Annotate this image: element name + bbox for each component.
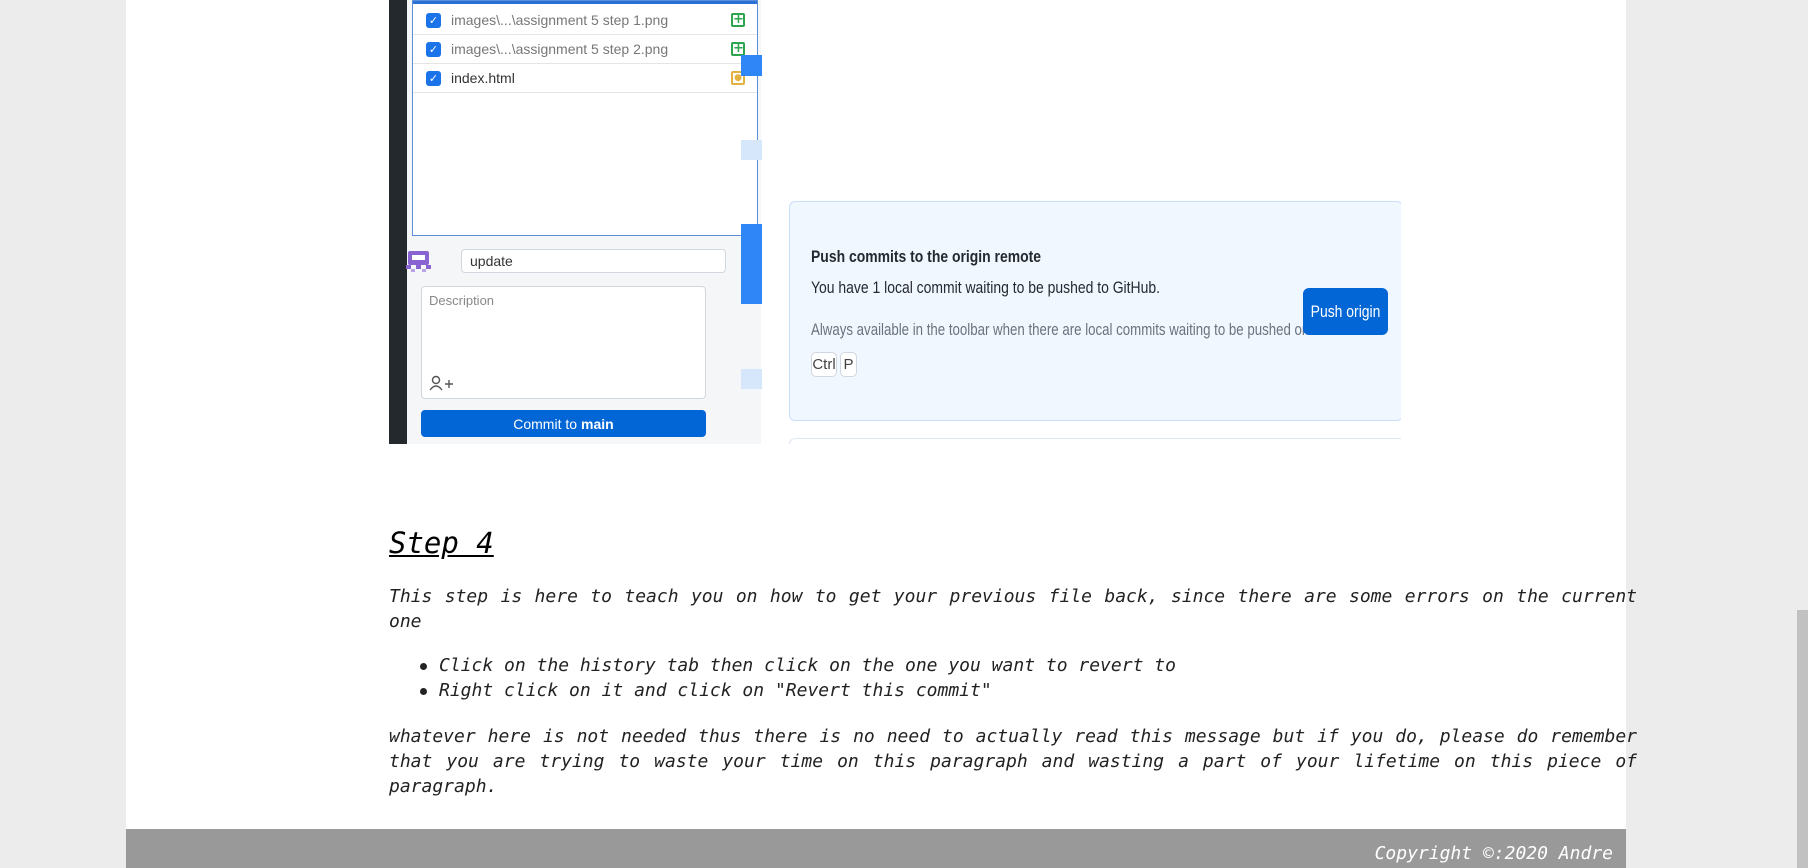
list-item: Click on the history tab then click on t…	[389, 653, 1176, 678]
commit-button[interactable]: Commit to main	[421, 410, 706, 437]
commit-button-label: Commit to	[513, 415, 578, 432]
step-heading: Step 4	[389, 526, 494, 560]
checkbox-icon[interactable]: ✓	[426, 41, 441, 57]
push-card-note: Always available in the toolbar when the…	[811, 320, 1307, 339]
github-desktop-screenshot: ✓ images\...\assignment 5 step 1.png + ✓…	[389, 0, 1401, 444]
checkbox-icon[interactable]: ✓	[426, 12, 441, 28]
cropped-ui-fragment	[741, 140, 762, 160]
commit-branch-name: main	[581, 415, 614, 432]
outro-paragraph: whatever here is not needed thus there i…	[389, 726, 1637, 797]
bullet-icon	[420, 688, 427, 695]
cropped-ui-fragment	[741, 369, 762, 389]
commit-description-field[interactable]: Description	[421, 286, 706, 399]
copyright-text: Copyright ©:2020 Andre	[1374, 843, 1613, 864]
push-card-title: Push commits to the origin remote	[811, 247, 1042, 266]
page-footer: Copyright ©:2020 Andre	[126, 829, 1626, 868]
shortcut-key-ctrl: Ctrl	[811, 352, 837, 377]
user-avatar-icon	[406, 251, 431, 272]
cropped-ui-fragment	[741, 224, 762, 304]
push-card-subtitle: You have 1 local commit waiting to be pu…	[811, 278, 1160, 297]
file-row[interactable]: ✓ images\...\assignment 5 step 1.png +	[413, 6, 757, 35]
list-item-text: Click on the history tab then click on t…	[439, 655, 1176, 676]
shortcut-key-p: P	[840, 352, 857, 377]
file-row[interactable]: ✓ images\...\assignment 5 step 2.png +	[413, 35, 757, 64]
list-item-text: Right click on it and click on "Revert t…	[439, 680, 992, 701]
list-top-border	[413, 1, 757, 4]
changed-files-list: ✓ images\...\assignment 5 step 1.png + ✓…	[412, 0, 758, 236]
cropped-ui-fragment	[741, 55, 762, 76]
file-name: index.html	[451, 70, 515, 86]
push-commits-card: Push commits to the origin remote You ha…	[789, 201, 1401, 421]
instruction-list: Click on the history tab then click on t…	[389, 653, 1176, 703]
intro-paragraph: This step is here to teach you on how to…	[389, 586, 1637, 632]
scrollbar-thumb[interactable]	[1797, 610, 1808, 868]
file-row[interactable]: ✓ index.html ●	[413, 64, 757, 93]
list-item: Right click on it and click on "Revert t…	[389, 678, 1176, 703]
next-card-edge	[789, 438, 1401, 444]
checkbox-icon[interactable]: ✓	[426, 70, 441, 86]
bullet-icon	[420, 663, 427, 670]
description-placeholder: Description	[429, 293, 495, 308]
push-origin-label: Push origin	[1310, 301, 1381, 321]
added-status-icon: +	[731, 41, 745, 56]
added-status-icon: +	[731, 12, 745, 27]
file-name: images\...\assignment 5 step 1.png	[451, 12, 669, 28]
commit-summary-input[interactable]: update	[461, 249, 726, 273]
dark-sidebar-strip	[389, 0, 407, 444]
file-name: images\...\assignment 5 step 2.png	[451, 41, 669, 57]
push-origin-button[interactable]: Push origin	[1303, 288, 1388, 335]
add-coauthor-icon[interactable]	[429, 375, 455, 391]
